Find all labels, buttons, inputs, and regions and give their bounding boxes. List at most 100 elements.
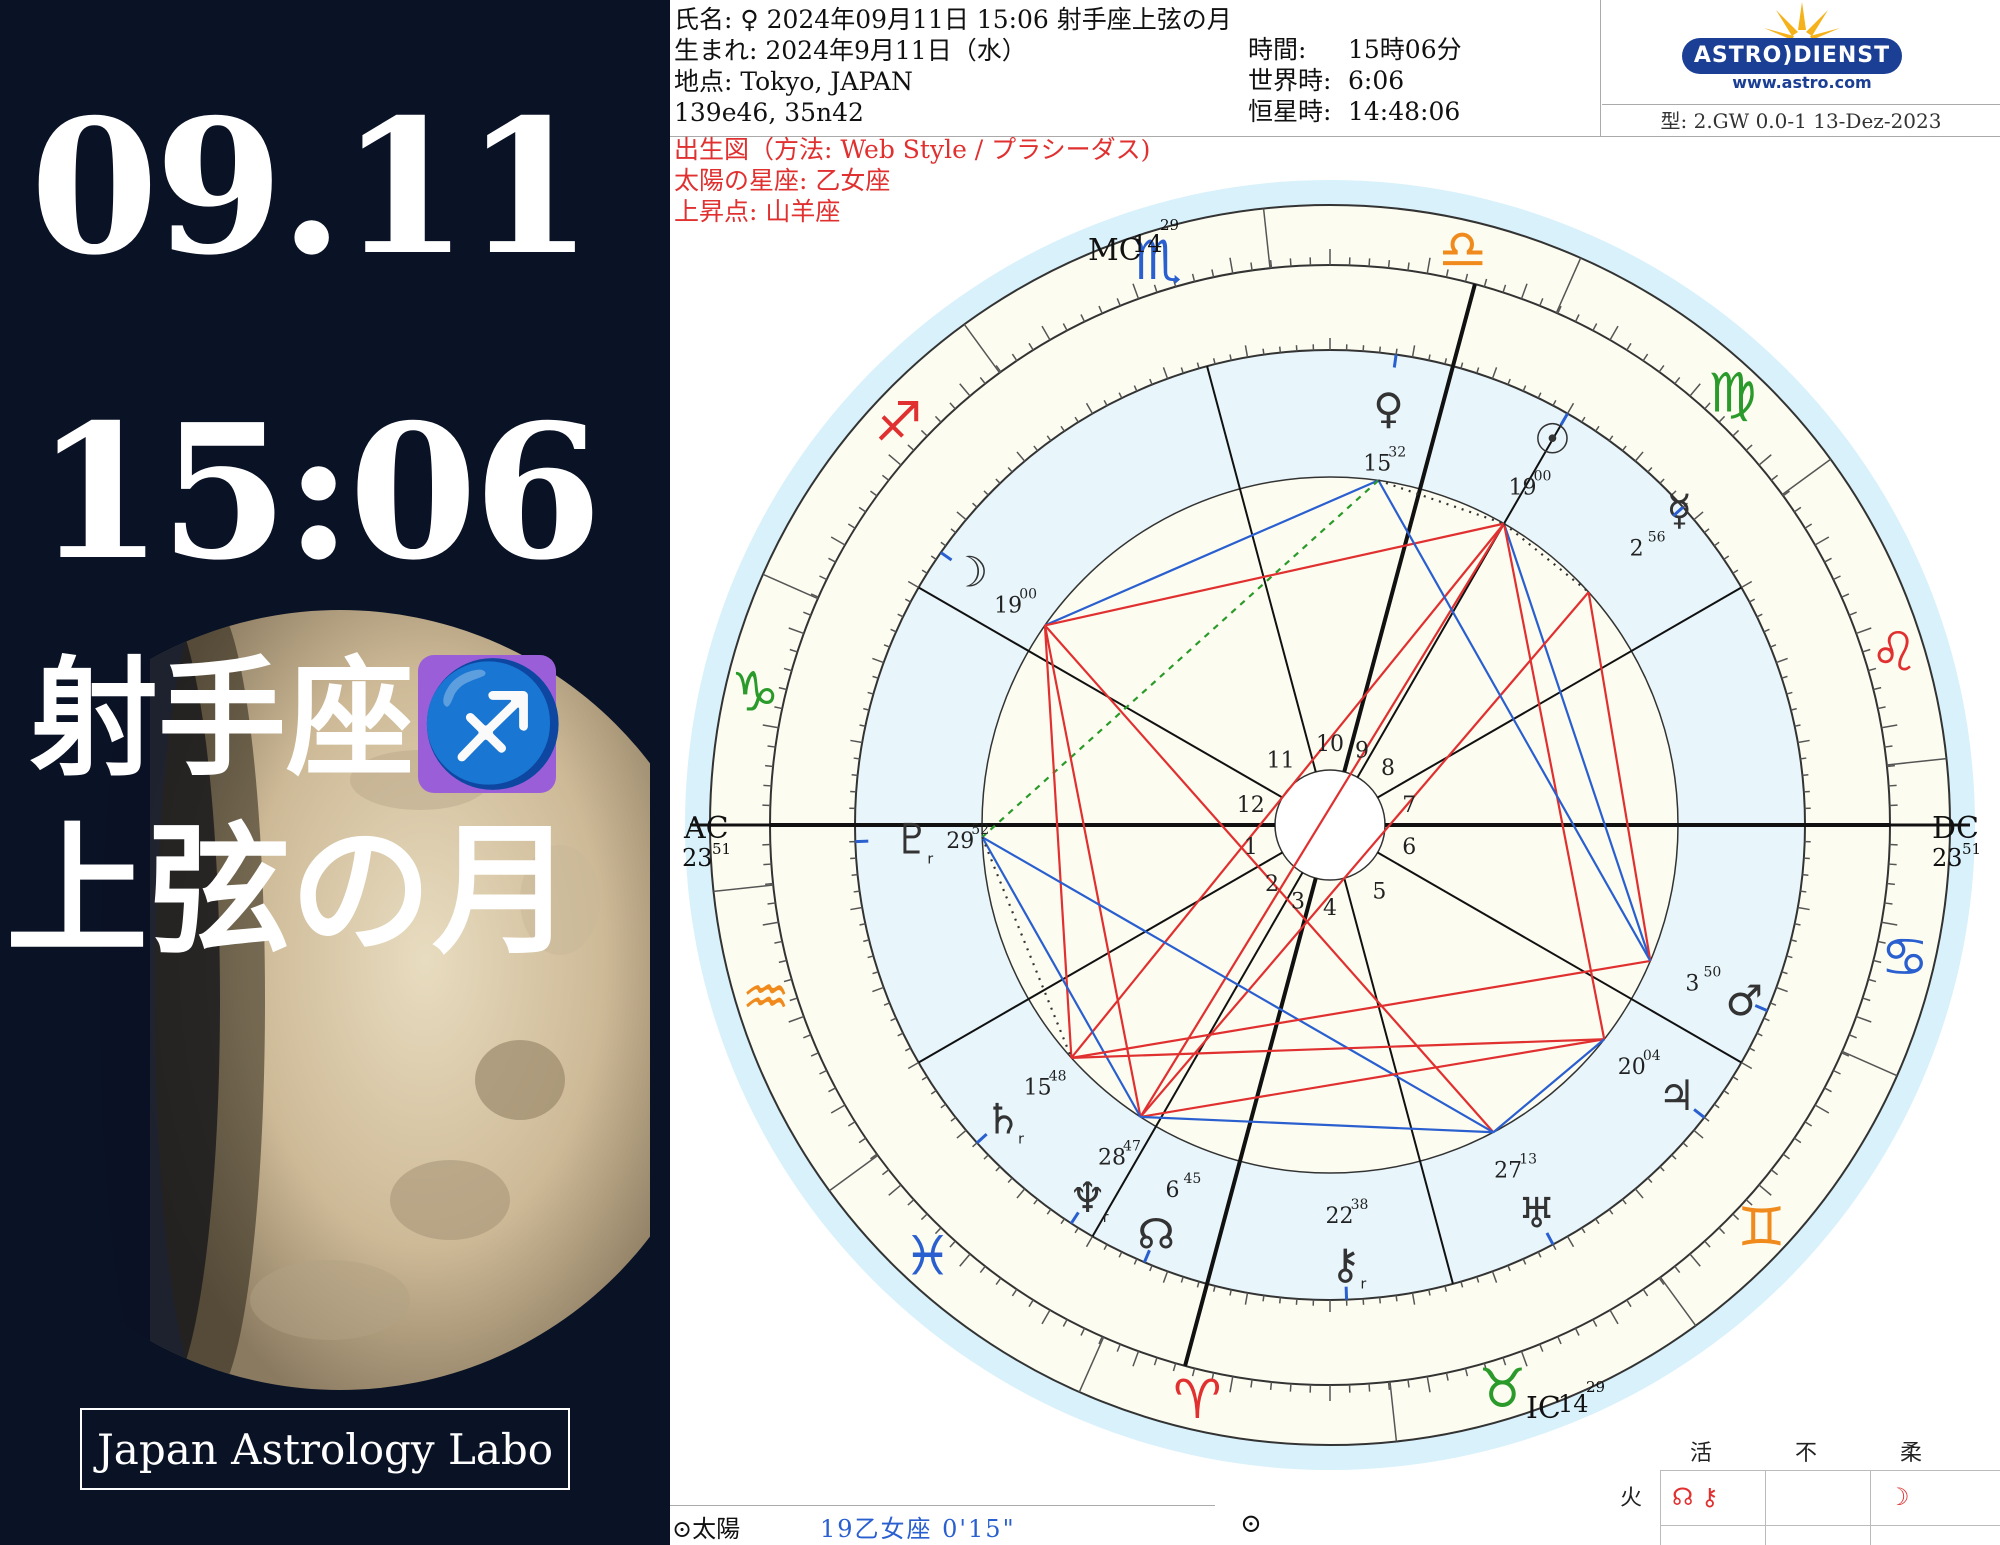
svg-text:20: 20 xyxy=(1618,1055,1646,1080)
house-number: 2 xyxy=(1265,872,1279,897)
header-divider xyxy=(1600,0,1601,136)
svg-text:15: 15 xyxy=(1363,452,1391,477)
pisces-icon: ♓ xyxy=(903,1224,951,1287)
house-number: 5 xyxy=(1372,879,1386,904)
logo-url[interactable]: www.astro.com xyxy=(1692,73,1912,92)
aries-icon: ♈ xyxy=(1173,1368,1221,1431)
svg-text:00: 00 xyxy=(1019,586,1037,602)
tick-mark xyxy=(1289,258,1292,267)
place-line: 地点: Tokyo, JAPAN xyxy=(674,67,913,96)
tick-mark xyxy=(1368,1383,1371,1392)
svg-text:29: 29 xyxy=(946,829,974,854)
svg-text:48: 48 xyxy=(1049,1069,1067,1085)
svg-text:52: 52 xyxy=(971,822,989,838)
svg-text:22: 22 xyxy=(1326,1204,1354,1229)
svg-text:04: 04 xyxy=(1643,1048,1661,1064)
house-number: 4 xyxy=(1323,896,1337,921)
svg-text:47: 47 xyxy=(1123,1139,1141,1155)
st-value: 14:48:06 xyxy=(1348,97,1461,126)
row-divider xyxy=(670,1505,1215,1506)
event-time: 15:06 xyxy=(35,383,602,601)
svg-text:r: r xyxy=(1360,1277,1366,1293)
time-label: 時間: xyxy=(1248,35,1307,64)
time-value: 15時06分 xyxy=(1348,35,1462,64)
tick-mark xyxy=(1262,1295,1265,1302)
capricorn-icon: ♑ xyxy=(731,660,779,723)
svg-text:♂: ♂ xyxy=(1725,976,1763,1025)
house-number: 11 xyxy=(1267,749,1295,774)
dc-degree: 23 xyxy=(1932,844,1963,872)
ac-minute: 51 xyxy=(712,840,731,858)
ic-minute: 29 xyxy=(1586,1378,1605,1396)
tick-mark xyxy=(1387,1381,1391,1390)
aquarius-icon: ♒ xyxy=(742,965,790,1028)
svg-text:50: 50 xyxy=(1703,965,1721,981)
header-left: 氏名: ♀ 2024年09月11日 15:06 射手座上弦の月 生まれ: 202… xyxy=(674,4,1232,128)
left-panel: 09.11 15:06 射手座♐ 上弦の月 Japan Astrology La… xyxy=(0,0,670,1545)
svg-text:38: 38 xyxy=(1351,1197,1369,1213)
brand-label: Japan Astrology Labo xyxy=(80,1408,570,1490)
house-number: 3 xyxy=(1291,889,1305,914)
ut-label: 世界時: xyxy=(1248,66,1332,95)
birth-line: 生まれ: 2024年9月11日（水） xyxy=(674,36,1027,65)
svg-text:27: 27 xyxy=(1494,1159,1522,1184)
svg-text:♅: ♅ xyxy=(1518,1188,1556,1237)
tick-mark xyxy=(765,882,774,886)
chart-header: 氏名: ♀ 2024年09月11日 15:06 射手座上弦の月 生まれ: 202… xyxy=(670,0,2000,137)
sun-icon: ⊙ xyxy=(1240,1509,1262,1539)
tick-mark xyxy=(765,764,774,768)
tick-mark xyxy=(1802,873,1809,877)
svg-text:19: 19 xyxy=(994,593,1022,618)
moon-sign: 射手座♐ xyxy=(30,653,568,794)
svg-text:r: r xyxy=(1018,1131,1024,1147)
astrodienst-logo[interactable]: ASTRO)DIENST www.astro.com xyxy=(1602,0,2000,100)
tick-mark xyxy=(1278,346,1282,353)
sun-logo-icon xyxy=(1764,2,1840,40)
tick-mark xyxy=(1278,1297,1282,1304)
tick-mark xyxy=(1800,890,1807,893)
svg-text:☊: ☊ xyxy=(1137,1210,1174,1259)
svg-text:6: 6 xyxy=(1165,1178,1179,1203)
tick-mark xyxy=(853,890,860,893)
coords-line: 139e46, 35n42 xyxy=(674,98,864,127)
svg-text:☽: ☽ xyxy=(951,548,989,597)
tick-mark xyxy=(1886,764,1895,768)
header-times: 時間: 15時06分 世界時: 6:06 恒星時: 14:48:06 xyxy=(1248,34,1462,127)
tick-mark xyxy=(1269,1381,1273,1390)
svg-text:r: r xyxy=(927,852,933,868)
moon-sign-text: 射手座 xyxy=(30,644,415,794)
tick-mark xyxy=(1888,784,1897,787)
svg-text:56: 56 xyxy=(1648,529,1666,545)
svg-text:32: 32 xyxy=(1388,445,1406,461)
svg-text:00: 00 xyxy=(1534,469,1552,485)
cancer-icon: ♋ xyxy=(1881,926,1929,989)
leo-icon: ♌ xyxy=(1870,621,1918,684)
tick-mark xyxy=(1802,773,1809,777)
tick-mark xyxy=(851,773,858,777)
virgo-icon: ♍ xyxy=(1708,362,1756,425)
svg-text:28: 28 xyxy=(1098,1146,1126,1171)
moon-phase: 上弦の月 xyxy=(6,808,574,974)
svg-text:13: 13 xyxy=(1519,1152,1537,1168)
header-mutable: 柔 xyxy=(1900,1441,1923,1466)
event-date: 09.11 xyxy=(30,78,593,296)
sagittarius-icon: ♐ xyxy=(874,391,922,454)
ut-value: 6:06 xyxy=(1348,66,1405,95)
sagittarius-icon: ♐ xyxy=(418,653,568,794)
header-fixed: 不 xyxy=(1795,1441,1818,1466)
house-number: 6 xyxy=(1402,835,1416,860)
planet-position: 19乙女座 0'15" xyxy=(820,1515,1016,1543)
house-number: 12 xyxy=(1237,793,1265,818)
tick-mark xyxy=(1378,1297,1382,1304)
tick-mark xyxy=(763,784,772,787)
svg-text:♄: ♄ xyxy=(984,1094,1022,1143)
svg-text:15: 15 xyxy=(1024,1076,1052,1101)
header-cardinal: 活 xyxy=(1690,1441,1713,1466)
ic-degree: 14 xyxy=(1558,1390,1589,1418)
tick-mark xyxy=(1888,863,1897,866)
mc-minute: 29 xyxy=(1160,216,1179,234)
svg-text:2: 2 xyxy=(1630,536,1644,561)
tick-mark xyxy=(1800,757,1807,760)
table-line xyxy=(1660,1470,2000,1471)
svg-text:♆: ♆ xyxy=(1069,1173,1107,1222)
